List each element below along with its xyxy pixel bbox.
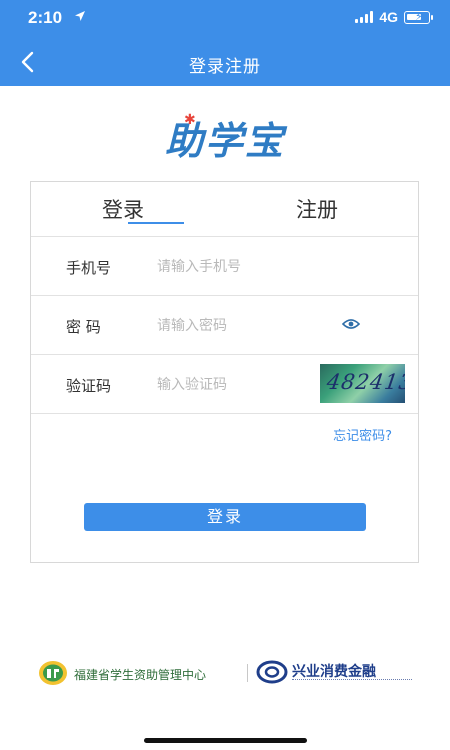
status-indicators: 4G ⚡ bbox=[355, 9, 433, 25]
eye-icon[interactable] bbox=[342, 318, 360, 330]
active-tab-indicator bbox=[128, 222, 184, 224]
status-bar: 2:10 4G ⚡ bbox=[0, 0, 450, 34]
battery-icon: ⚡ bbox=[404, 10, 433, 24]
footer-divider bbox=[247, 664, 248, 682]
star-icon: ✱ bbox=[184, 112, 196, 128]
network-type: 4G bbox=[379, 9, 398, 25]
logo-text: 助学宝 bbox=[164, 118, 285, 163]
tab-login[interactable]: 登录 bbox=[102, 194, 144, 224]
auth-tabs: 登录 注册 bbox=[31, 182, 418, 237]
password-label: 密 码 bbox=[66, 318, 101, 336]
signal-icon bbox=[355, 11, 374, 23]
home-indicator[interactable] bbox=[144, 738, 307, 743]
forgot-password-link[interactable]: 忘记密码? bbox=[333, 425, 392, 444]
captcha-input[interactable] bbox=[157, 373, 327, 397]
tab-register[interactable]: 注册 bbox=[296, 194, 338, 224]
page-title: 登录注册 bbox=[189, 57, 261, 77]
login-button[interactable]: 登录 bbox=[84, 503, 366, 531]
auth-card: 登录 注册 手机号 密 码 验证码 482413 忘记密码? 登录 bbox=[30, 181, 419, 563]
app-header: 2:10 4G ⚡ 登录注册 bbox=[0, 0, 450, 86]
fujian-aid-logo-icon bbox=[39, 661, 67, 685]
password-row: 密 码 bbox=[31, 296, 418, 355]
phone-row: 手机号 bbox=[31, 237, 418, 296]
cib-logo-tagline-line bbox=[292, 679, 412, 681]
location-arrow-icon bbox=[75, 11, 85, 21]
phone-label: 手机号 bbox=[66, 259, 112, 277]
phone-input[interactable] bbox=[157, 255, 327, 279]
captcha-text: 482413 bbox=[325, 370, 405, 394]
fujian-aid-center-name: 福建省学生资助管理中心 bbox=[74, 668, 207, 682]
captcha-row: 验证码 482413 bbox=[31, 355, 418, 414]
nav-bar: 登录注册 bbox=[0, 40, 450, 84]
password-input[interactable] bbox=[157, 314, 327, 338]
status-time: 2:10 bbox=[28, 8, 63, 27]
cib-consumer-finance-logo-icon bbox=[256, 660, 288, 684]
captcha-image[interactable]: 482413 bbox=[320, 364, 405, 403]
app-logo: ✱ 助学宝 bbox=[0, 110, 450, 165]
footer: 福建省学生资助管理中心 兴业消费金融 bbox=[0, 658, 450, 690]
captcha-label: 验证码 bbox=[66, 377, 112, 395]
cib-consumer-finance-name: 兴业消费金融 bbox=[292, 664, 376, 680]
